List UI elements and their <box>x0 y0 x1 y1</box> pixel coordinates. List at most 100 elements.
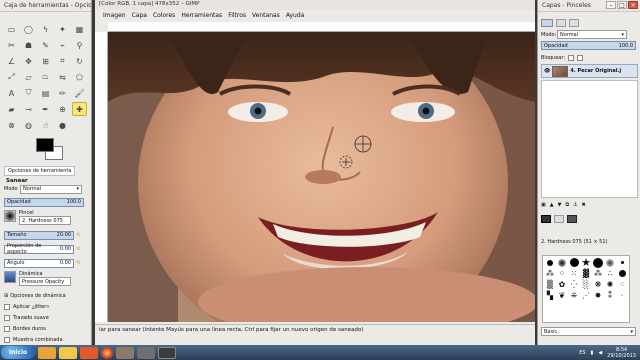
dynamics-icon[interactable] <box>4 271 16 283</box>
reset-icon[interactable]: ⟲ <box>76 232 80 238</box>
shear-icon[interactable]: ▱ <box>21 70 36 84</box>
brush-grid[interactable]: ★ ⁂ ⁘ ⁙ ▓ ⁂ ∴ ▒ ✿ ⁛ ░ ❋ ✺ ⁖ ▚ ❦ ⁜ ⋰ ✸ ⁑ … <box>542 255 630 323</box>
tab-channels[interactable] <box>556 18 566 27</box>
align-icon[interactable]: ⊞ <box>38 54 53 68</box>
angle-slider[interactable]: Ángulo 0.00 <box>4 258 74 268</box>
explorer-icon[interactable] <box>38 346 56 359</box>
brush-sponge-icon[interactable]: ⁜ <box>568 290 580 301</box>
reset-icon[interactable]: ⟲ <box>76 260 80 266</box>
brush-cells-icon[interactable]: ░ <box>580 279 592 290</box>
brush-star-icon[interactable]: ★ <box>580 256 592 269</box>
brush-crumble-icon[interactable]: ⁑ <box>604 290 616 301</box>
brush-field[interactable]: 2. Hardness 075 <box>19 216 71 225</box>
smooth-checkbox[interactable] <box>4 315 10 321</box>
jitter-checkbox[interactable] <box>4 304 10 310</box>
layer-opacity-slider[interactable]: Opacidad 100.0 <box>541 41 636 50</box>
brush-leaf-icon[interactable]: ❦ <box>556 290 568 301</box>
dodge-burn-icon[interactable]: ● <box>55 118 70 132</box>
tab-gradients[interactable] <box>567 214 577 223</box>
layer-item[interactable]: 👁 4. Pecar Original.j <box>541 64 638 78</box>
image-canvas[interactable] <box>108 32 535 322</box>
reset-icon[interactable]: ⟲ <box>76 246 80 252</box>
opacity-slider[interactable]: Opacidad 100.0 <box>4 197 84 207</box>
smooth-row[interactable]: Trazado suave <box>4 313 84 323</box>
brush-preview[interactable] <box>4 210 16 222</box>
zoom-icon[interactable]: ⚲ <box>72 38 87 52</box>
gimp-window-icon[interactable] <box>137 346 155 359</box>
ellipse-select-icon[interactable]: ◯ <box>21 22 36 36</box>
cage-icon[interactable]: ⬠ <box>72 70 87 84</box>
hard-edges-checkbox[interactable] <box>4 326 10 332</box>
color-swatches[interactable] <box>36 138 64 162</box>
smudge-icon[interactable]: ☝ <box>38 118 53 132</box>
brush-scatter-icon[interactable]: ⁂ <box>592 268 604 279</box>
sample-merged-checkbox[interactable] <box>4 337 10 343</box>
brush-flower-icon[interactable]: ✿ <box>556 279 568 290</box>
brush-dot-icon[interactable] <box>616 257 628 268</box>
delete-icon[interactable]: ✖ <box>582 202 586 208</box>
blend-icon[interactable]: ▤ <box>38 86 53 100</box>
eye-icon[interactable]: 👁 <box>544 68 550 74</box>
menu-item-ventanas[interactable]: Ventanas <box>252 12 280 20</box>
foreground-color[interactable] <box>36 138 54 152</box>
dynamics-options-row[interactable]: ⊞ Opciones de dinámica <box>4 291 84 301</box>
brush-splash-icon[interactable]: ✸ <box>592 290 604 301</box>
menu-item-colores[interactable]: Colores <box>153 12 175 20</box>
tab-tool-options[interactable]: Opciones de herramienta <box>4 166 76 176</box>
brush-splatter-icon[interactable]: ⁙ <box>568 268 580 279</box>
chrome-icon[interactable] <box>101 346 113 359</box>
brush-splatter-icon[interactable]: ⁂ <box>544 268 556 279</box>
bucket-fill-icon[interactable]: ⛉ <box>21 86 36 100</box>
move-icon[interactable]: ✥ <box>21 54 36 68</box>
brush-texture-icon[interactable]: ▓ <box>580 268 592 279</box>
close-icon[interactable]: × <box>628 1 638 9</box>
brush-spot-icon[interactable]: ❋ <box>592 279 604 290</box>
size-slider[interactable]: Tamaño 20.00 <box>4 230 74 240</box>
jitter-row[interactable]: Aplicar ¿jitter» <box>4 302 84 312</box>
brush-blob-icon[interactable] <box>616 268 628 279</box>
brush-grain-icon[interactable]: ⁖ <box>616 279 628 290</box>
rect-select-icon[interactable]: ▭ <box>4 22 19 36</box>
brush-hard-icon[interactable] <box>544 257 556 268</box>
lock-alpha-checkbox[interactable] <box>577 54 584 61</box>
menu-item-herramientas[interactable]: Herramientas <box>181 12 222 20</box>
menu-item-ayuda[interactable]: Ayuda <box>286 12 305 20</box>
foreground-select-icon[interactable]: ☗ <box>21 38 36 52</box>
pencil-icon[interactable]: ✏ <box>55 86 70 100</box>
fuzzy-select-icon[interactable]: ✦ <box>55 22 70 36</box>
perspective-clone-icon[interactable]: ⊗ <box>4 118 19 132</box>
brush-hard-large-icon[interactable] <box>568 257 580 268</box>
folder-icon[interactable] <box>59 346 77 359</box>
anchor-icon[interactable]: ⚓ <box>573 202 577 208</box>
tab-patterns[interactable] <box>554 214 564 223</box>
minimize-icon[interactable]: – <box>606 1 616 9</box>
lock-pixels-checkbox[interactable] <box>568 54 575 61</box>
app-window-icon[interactable] <box>158 346 176 359</box>
menu-item-imagen[interactable]: Imagen <box>103 12 126 20</box>
text-icon[interactable]: A <box>4 86 19 100</box>
new-layer-icon[interactable]: ▣ <box>541 202 546 208</box>
brush-dots-icon[interactable]: ∴ <box>604 268 616 279</box>
paths-icon[interactable]: ✎ <box>38 38 53 52</box>
start-button[interactable]: Inicio <box>1 346 35 359</box>
brush-soft-icon[interactable] <box>556 257 568 268</box>
brush-fur-icon[interactable]: ⋰ <box>580 290 592 301</box>
language-indicator[interactable]: ES <box>579 350 585 356</box>
eraser-icon[interactable]: ▰ <box>4 102 19 116</box>
dynamics-field[interactable]: Pressure Opacity <box>19 277 71 286</box>
hard-edges-row[interactable]: Bordes duros <box>4 324 84 334</box>
duplicate-icon[interactable]: ⧉ <box>565 202 569 208</box>
tab-brushes[interactable] <box>541 214 551 223</box>
brush-spray-icon[interactable]: ⁛ <box>568 279 580 290</box>
horizontal-ruler[interactable] <box>108 22 535 32</box>
layer-mode-dropdown[interactable]: Normal ▾ <box>557 30 627 39</box>
brush-tag-field[interactable]: Basic, ▾ <box>541 327 638 336</box>
brush-noise-icon[interactable]: ▒ <box>544 279 556 290</box>
gimp-icon[interactable] <box>116 346 134 359</box>
menu-item-filtros[interactable]: Filtros <box>228 12 246 20</box>
flip-icon[interactable]: ⇋ <box>55 70 70 84</box>
airbrush-icon[interactable]: ⊸ <box>21 102 36 116</box>
free-select-icon[interactable]: ϟ <box>38 22 53 36</box>
color-select-icon[interactable]: ▦ <box>72 22 87 36</box>
media-player-icon[interactable] <box>80 346 98 359</box>
